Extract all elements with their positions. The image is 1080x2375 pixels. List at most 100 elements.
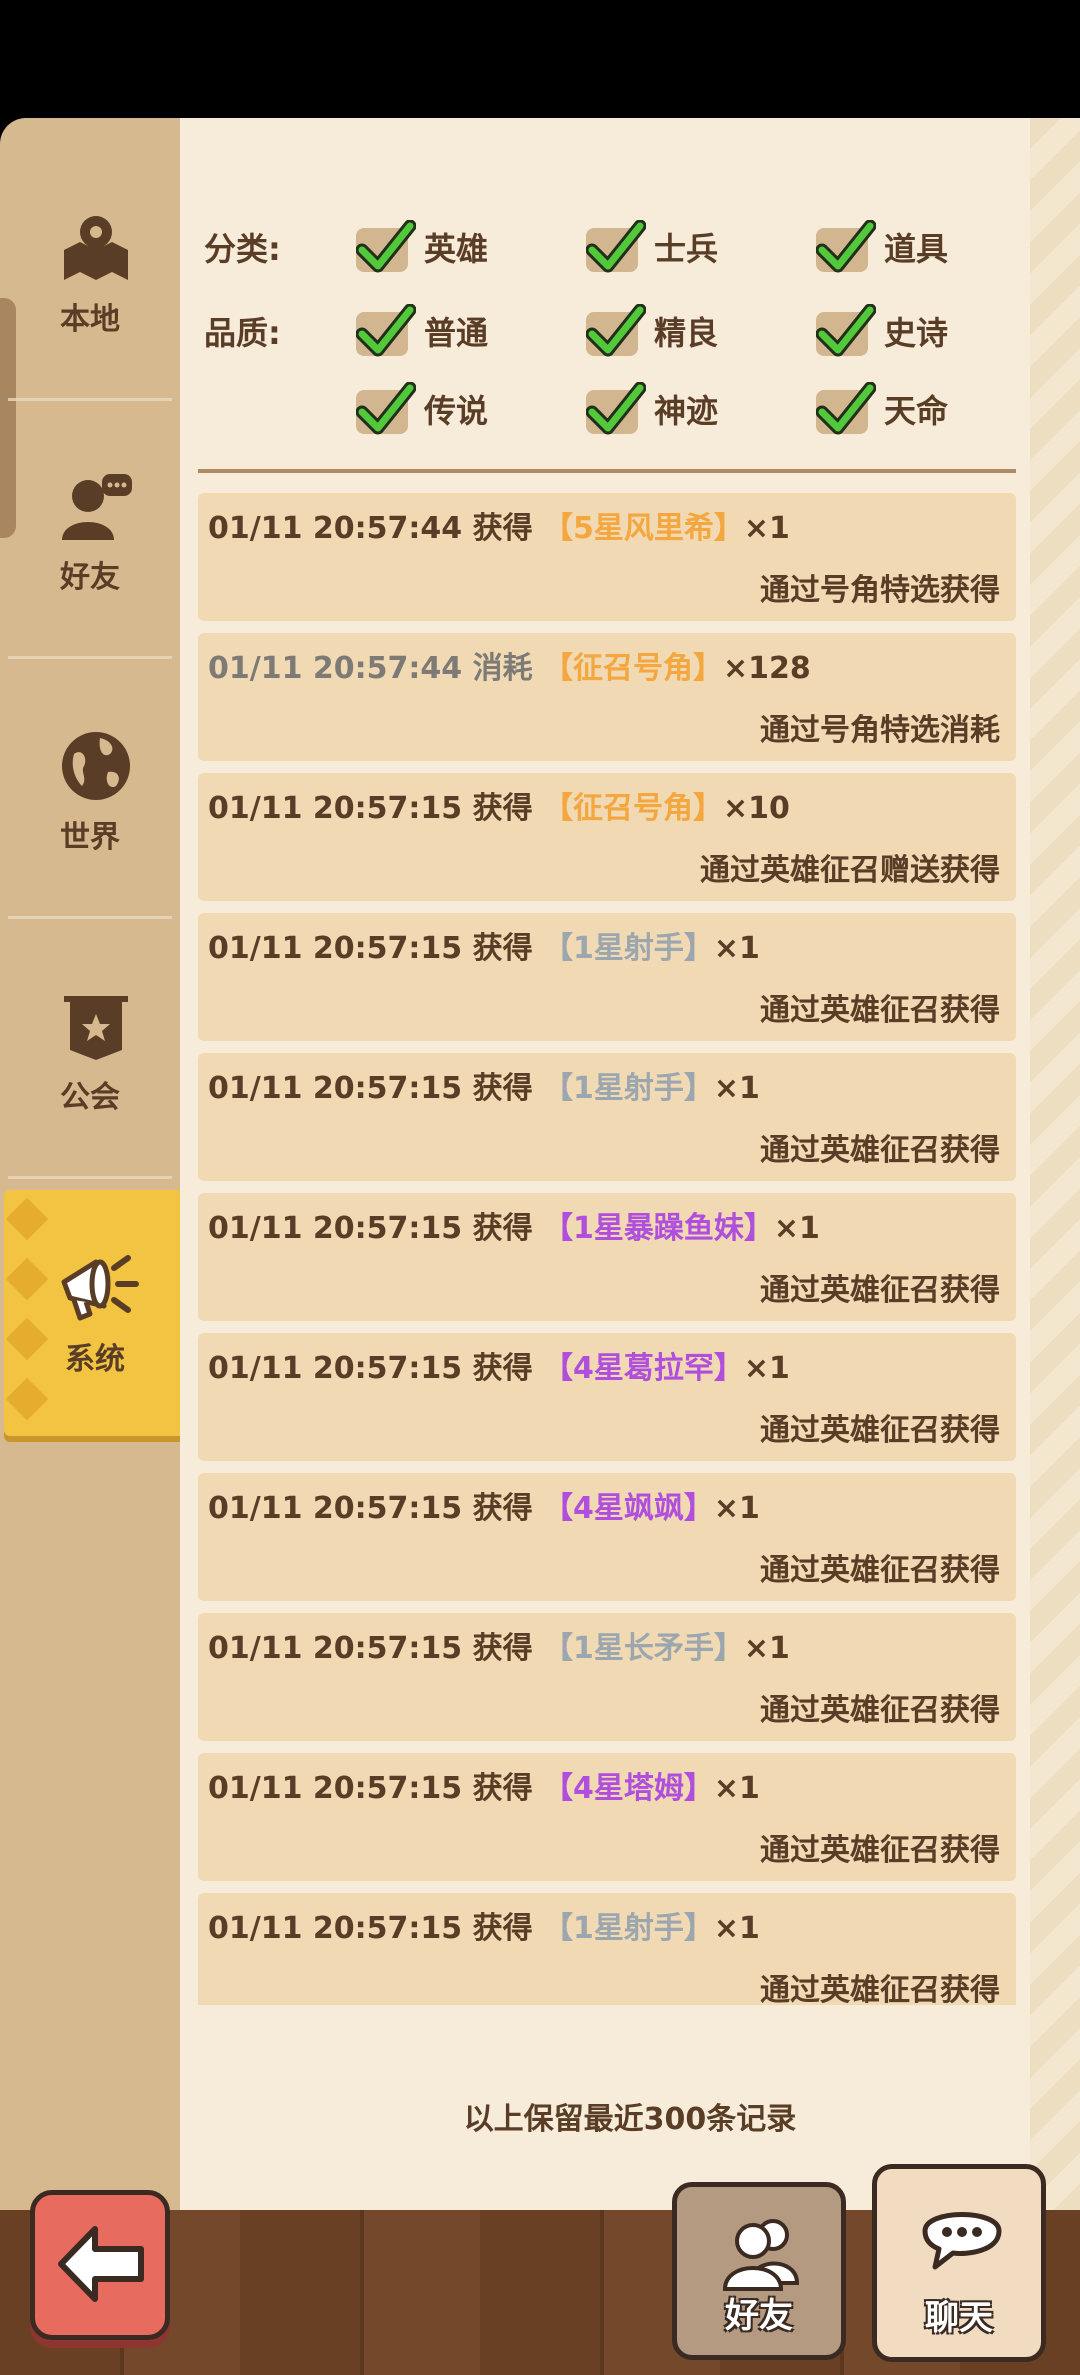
sidebar-item-friends[interactable]: 好友: [0, 376, 180, 626]
sidebar-item-label: 公会: [60, 1080, 120, 1115]
globe-icon: [62, 732, 130, 800]
chat-button[interactable]: 聊天: [872, 2164, 1046, 2362]
check-icon: [356, 382, 416, 435]
sidebar-item-label: 本地: [60, 302, 120, 337]
checkbox-quality-miracle[interactable]: [586, 382, 646, 435]
log-qty: ×1: [713, 1771, 760, 1806]
log-qty: ×10: [723, 791, 790, 826]
checkbox-quality-epic[interactable]: [816, 304, 876, 357]
check-icon: [356, 220, 416, 273]
log-source: 通过英雄征召获得: [760, 1833, 1000, 1868]
log-item-name: 【1星暴躁鱼妹】: [543, 1211, 774, 1246]
chat-bubble-icon: [922, 2212, 1002, 2270]
checkbox-label: 士兵: [654, 230, 719, 268]
sidebar-item-system[interactable]: 系统: [4, 1190, 186, 1436]
log-action: 获得: [472, 1211, 533, 1246]
log-source: 通过英雄征召获得: [760, 1553, 1000, 1588]
friends-button[interactable]: 好友: [672, 2182, 846, 2360]
log-source: 通过英雄征召获得: [760, 1693, 1000, 1728]
checkbox-category-item[interactable]: [816, 220, 876, 273]
quality-filter-label: 品质:: [204, 314, 281, 352]
friends-button-label: 好友: [725, 2296, 793, 2336]
decor-diamond: [5, 1257, 49, 1301]
log-action: 获得: [472, 511, 533, 546]
panel-decor-stripe: [1030, 118, 1080, 2210]
checkbox-label: 传说: [424, 392, 489, 430]
status-bar-area: [0, 0, 1080, 118]
checkbox-category-hero[interactable]: [356, 220, 416, 273]
log-qty: ×1: [773, 1211, 820, 1246]
checkbox-label: 精良: [654, 314, 719, 352]
sidebar-divider: [8, 1176, 172, 1179]
chat-button-label: 聊天: [925, 2298, 993, 2338]
log-action: 获得: [472, 1351, 533, 1386]
back-button[interactable]: [30, 2190, 170, 2340]
log-action: 获得: [472, 1491, 533, 1526]
check-icon: [816, 382, 876, 435]
log-time: 01/11 20:57:15: [208, 931, 463, 966]
friends-icon: [722, 2219, 800, 2291]
log-item-name: 【1星长矛手】: [543, 1631, 744, 1666]
log-item: 01/11 20:57:15 获得 【1星暴躁鱼妹】×1 通过英雄征召获得: [198, 1193, 1016, 1321]
log-item: 01/11 20:57:15 获得 【征召号角】×10 通过英雄征召赠送获得: [198, 773, 1016, 901]
system-log-panel: 分类: 品质: 英雄 士兵 道具 普通 精良 史诗 传说 神迹 天命 01/11…: [180, 118, 1080, 2210]
log-list[interactable]: 01/11 20:57:44 获得 【5星风里希】 ×1 通过号角特选获得 01/…: [198, 493, 1016, 2005]
sidebar-item-guild[interactable]: 公会: [0, 896, 180, 1146]
checkbox-quality-legend[interactable]: [356, 382, 416, 435]
checkbox-label: 普通: [424, 314, 489, 352]
log-time: 01/11 20:57:15: [208, 1631, 463, 1666]
log-qty: ×1: [713, 1911, 760, 1946]
channel-sidebar: 本地 好友 世界 公会: [0, 118, 180, 2210]
check-icon: [816, 304, 876, 357]
checkbox-quality-common[interactable]: [356, 304, 416, 357]
checkbox-label: 英雄: [424, 230, 489, 268]
log-time: 01/11 20:57:44: [208, 511, 463, 546]
log-action: 获得: [472, 791, 533, 826]
log-time: 01/11 20:57:15: [208, 1771, 463, 1806]
log-item-name: 【4星葛拉罕】: [543, 1351, 744, 1386]
log-source: 通过英雄征召获得: [760, 1413, 1000, 1448]
check-icon: [586, 382, 646, 435]
log-action: 获得: [472, 931, 533, 966]
log-item-name: 【1星射手】: [543, 1911, 714, 1946]
log-qty: ×1: [713, 1491, 760, 1526]
log-action: 获得: [472, 1631, 533, 1666]
log-time: 01/11 20:57:15: [208, 1911, 463, 1946]
checkbox-category-soldier[interactable]: [586, 220, 646, 273]
checkbox-quality-fine[interactable]: [586, 304, 646, 357]
log-time: 01/11 20:57:15: [208, 1351, 463, 1386]
log-qty: ×1: [713, 1071, 760, 1106]
checkbox-label: 史诗: [884, 314, 949, 352]
log-item: 01/11 20:57:15 获得 【4星飒飒】×1 通过英雄征召获得: [198, 1473, 1016, 1601]
log-item-name: 【1星射手】: [543, 931, 714, 966]
sidebar-item-local[interactable]: 本地: [0, 118, 180, 368]
sidebar-item-label: 世界: [60, 820, 120, 855]
checkbox-label: 道具: [884, 230, 949, 268]
log-source: 通过号角特选消耗: [760, 713, 1000, 748]
log-action: 获得: [472, 1071, 533, 1106]
log-item-name: 【5星风里希】: [543, 511, 744, 546]
log-source: 通过号角特选获得: [760, 573, 1000, 608]
decor-diamond: [5, 1377, 49, 1421]
log-item-name: 【4星飒飒】: [543, 1491, 714, 1526]
log-item: 01/11 20:57:15 获得 【4星塔姆】×1 通过英雄征召获得: [198, 1753, 1016, 1881]
log-item: 01/11 20:57:15 获得 【1星射手】×1 通过英雄征召获得: [198, 913, 1016, 1041]
guild-banner-icon: [64, 996, 128, 1060]
check-icon: [586, 304, 646, 357]
log-time: 01/11 20:57:44: [208, 651, 463, 686]
arrow-left-icon: [58, 2226, 144, 2302]
log-action: 获得: [472, 1771, 533, 1806]
log-item-name: 【1星射手】: [543, 1071, 714, 1106]
check-icon: [356, 304, 416, 357]
log-item: 01/11 20:57:44 消耗 【征召号角】×128 通过号角特选消耗: [198, 633, 1016, 761]
check-icon: [816, 220, 876, 273]
log-item: 01/11 20:57:15 获得 【1星长矛手】×1 通过英雄征召获得: [198, 1613, 1016, 1741]
sidebar-item-label: 好友: [60, 560, 120, 595]
checkbox-quality-destiny[interactable]: [816, 382, 876, 435]
decor-diamond: [5, 1197, 49, 1241]
filter-divider: [198, 469, 1016, 473]
log-source: 通过英雄征召获得: [760, 1273, 1000, 1308]
log-action: 获得: [472, 1911, 533, 1946]
log-qty: ×128: [723, 651, 811, 686]
sidebar-item-world[interactable]: 世界: [0, 636, 180, 886]
